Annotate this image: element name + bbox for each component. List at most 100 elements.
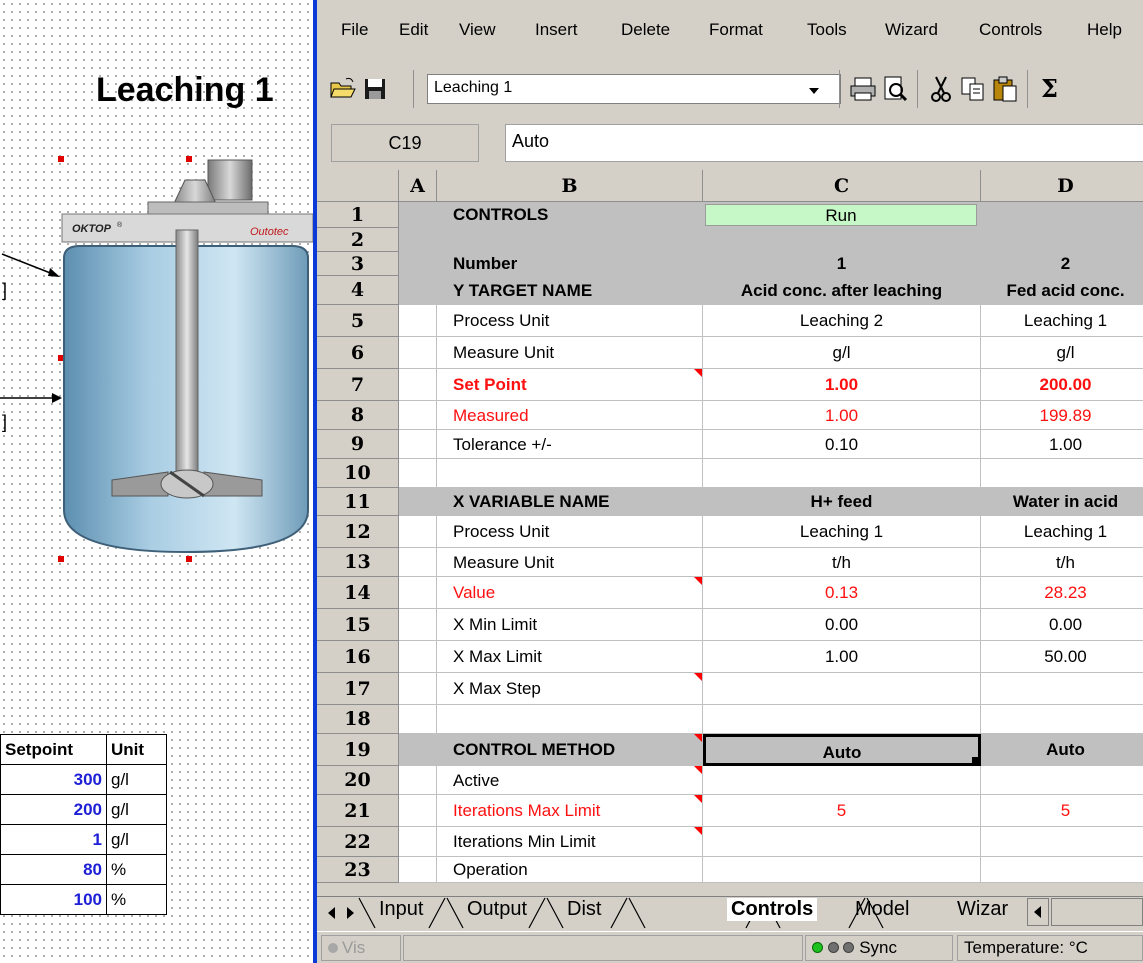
paste-icon[interactable] [991, 75, 1019, 103]
sheet-cell[interactable] [399, 305, 437, 337]
value-cell[interactable] [981, 228, 1143, 252]
sheet-cell[interactable] [399, 795, 437, 827]
menu-controls[interactable]: Controls [979, 20, 1042, 40]
row-label-cell[interactable]: Iterations Max Limit [437, 795, 703, 827]
value-cell[interactable] [981, 705, 1143, 734]
tab-output[interactable]: Output [467, 898, 527, 921]
comment-indicator-icon[interactable] [694, 734, 702, 742]
value-cell[interactable] [703, 827, 981, 857]
leaching-tank-drawing[interactable]: OKTOP ® Outotec [0, 150, 313, 570]
menu-delete[interactable]: Delete [621, 20, 670, 40]
sum-icon[interactable]: Σ [1041, 74, 1058, 103]
sheet-cell[interactable] [399, 202, 437, 228]
vis-indicator[interactable]: Vis [321, 935, 401, 961]
chevron-down-icon[interactable] [807, 76, 821, 104]
row-label-cell[interactable]: Set Point [437, 369, 703, 401]
row-label-cell[interactable] [437, 459, 703, 488]
copy-icon[interactable] [959, 75, 987, 103]
row-label-cell[interactable]: X Min Limit [437, 609, 703, 641]
active-cell-c19[interactable]: Auto [703, 734, 981, 766]
sheet-cell[interactable] [399, 430, 437, 459]
value-cell[interactable] [703, 459, 981, 488]
sheet-cell[interactable] [399, 488, 437, 516]
row-label-cell[interactable]: X VARIABLE NAME [437, 488, 703, 516]
sheet-select[interactable]: Leaching 1 [427, 74, 841, 104]
row-label-cell[interactable]: Y TARGET NAME [437, 276, 703, 305]
value-cell[interactable]: t/h [703, 548, 981, 577]
row-label-cell[interactable]: Measure Unit [437, 548, 703, 577]
row-header[interactable]: 11 [317, 488, 399, 516]
value-cell[interactable]: 1.00 [703, 641, 981, 673]
save-disk-icon[interactable] [361, 75, 389, 103]
value-cell[interactable] [981, 857, 1143, 883]
sheet-cell[interactable] [399, 766, 437, 795]
row-header[interactable]: 16 [317, 641, 399, 673]
column-header-b[interactable]: B [437, 170, 703, 202]
cell-name-box[interactable]: C19 [331, 124, 479, 162]
row-header[interactable]: 14 [317, 577, 399, 609]
menu-help[interactable]: Help [1087, 20, 1122, 40]
row-label-cell[interactable]: CONTROL METHOD [437, 734, 703, 766]
value-cell[interactable] [981, 202, 1143, 228]
tab-input[interactable]: Input [379, 898, 423, 921]
setpoint-value[interactable]: 1 [0, 824, 107, 855]
tab-wizard[interactable]: Wizar [957, 898, 1025, 921]
tab-dist[interactable]: Dist [567, 898, 601, 921]
row-header[interactable]: 12 [317, 516, 399, 548]
comment-indicator-icon[interactable] [694, 766, 702, 774]
comment-indicator-icon[interactable] [694, 577, 702, 585]
run-button[interactable]: Run [705, 204, 977, 226]
value-cell[interactable]: Leaching 1 [981, 516, 1143, 548]
value-cell[interactable]: Acid conc. after leaching [703, 276, 981, 305]
value-cell[interactable]: 0.00 [703, 609, 981, 641]
menu-file[interactable]: File [341, 20, 368, 40]
row-header[interactable]: 2 [317, 228, 399, 252]
menu-tools[interactable]: Tools [807, 20, 847, 40]
run-cell[interactable]: Run [703, 202, 981, 228]
row-label-cell[interactable]: Measure Unit [437, 337, 703, 369]
value-cell[interactable] [703, 673, 981, 705]
value-cell[interactable]: 199.89 [981, 401, 1143, 430]
tab-controls[interactable]: Controls [727, 898, 818, 921]
sheet-cell[interactable] [399, 609, 437, 641]
value-cell[interactable]: 50.00 [981, 641, 1143, 673]
value-cell[interactable] [981, 827, 1143, 857]
value-cell[interactable]: g/l [981, 337, 1143, 369]
row-label-cell[interactable]: Measured [437, 401, 703, 430]
comment-indicator-icon[interactable] [694, 369, 702, 377]
fill-handle[interactable] [972, 757, 978, 763]
row-label-cell[interactable]: Iterations Min Limit [437, 827, 703, 857]
open-folder-icon[interactable] [329, 75, 357, 103]
tab-scroll-right-icon[interactable] [343, 904, 357, 922]
row-label-cell[interactable]: Process Unit [437, 516, 703, 548]
value-cell[interactable]: g/l [703, 337, 981, 369]
print-preview-icon[interactable] [881, 75, 909, 103]
row-header[interactable]: 13 [317, 548, 399, 577]
value-cell[interactable] [981, 766, 1143, 795]
row-header[interactable]: 17 [317, 673, 399, 705]
row-label-cell[interactable]: Active [437, 766, 703, 795]
row-header[interactable]: 4 [317, 276, 399, 305]
value-cell[interactable]: Leaching 1 [981, 305, 1143, 337]
sync-indicator[interactable]: Sync [805, 935, 953, 961]
formula-input[interactable]: Auto [505, 124, 1143, 162]
row-label-cell[interactable]: Number [437, 252, 703, 276]
row-label-cell[interactable]: X Max Step [437, 673, 703, 705]
comment-indicator-icon[interactable] [694, 795, 702, 803]
print-icon[interactable] [849, 75, 877, 103]
menu-edit[interactable]: Edit [399, 20, 428, 40]
row-header[interactable]: 9 [317, 430, 399, 459]
row-header[interactable]: 19 [317, 734, 399, 766]
column-header-d[interactable]: D [981, 170, 1143, 202]
value-cell[interactable]: 1.00 [703, 401, 981, 430]
row-label-cell[interactable]: Tolerance +/- [437, 430, 703, 459]
sheet-cell[interactable] [399, 705, 437, 734]
row-header[interactable]: 1 [317, 202, 399, 228]
row-header[interactable]: 15 [317, 609, 399, 641]
value-cell[interactable]: 0.00 [981, 609, 1143, 641]
row-header[interactable]: 18 [317, 705, 399, 734]
menu-insert[interactable]: Insert [535, 20, 578, 40]
value-cell[interactable]: 28.23 [981, 577, 1143, 609]
tab-scroll-button[interactable] [1027, 898, 1049, 926]
row-header[interactable]: 7 [317, 369, 399, 401]
